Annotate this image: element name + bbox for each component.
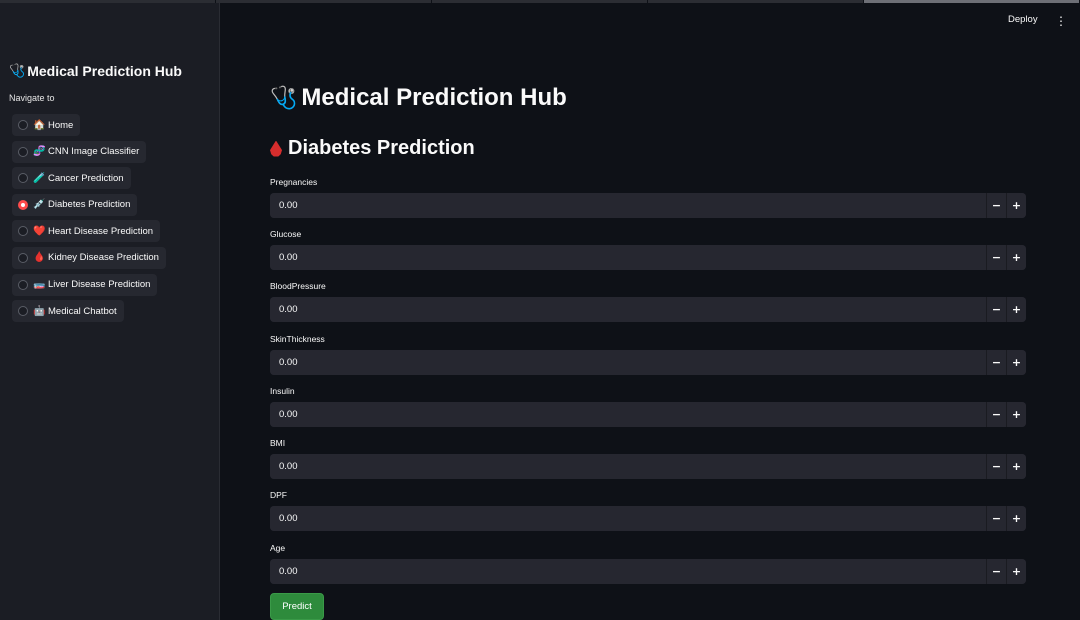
stethoscope-icon: 🩺 [9,63,26,78]
decrement-button[interactable]: − [986,559,1006,584]
skinthickness-input[interactable] [270,350,986,375]
radio-button[interactable] [18,226,28,237]
field-label: Age [270,543,286,553]
stethoscope-icon: 🩺 [270,85,298,110]
tab-strip-segment [648,0,864,3]
bloodpressure-input[interactable] [270,297,986,322]
decrement-button[interactable]: − [986,454,1006,479]
nav-option-label: Cancer Prediction [48,172,124,184]
radio-button[interactable] [18,146,28,157]
heart-icon: ❤️ [33,225,46,237]
increment-button[interactable]: + [1006,559,1026,584]
section-title: Diabetes Prediction [270,137,475,160]
dpf-input[interactable] [270,506,986,531]
nav-option-cnn-image-classifier[interactable]: 🧬 CNN Image Classifier [12,140,147,163]
field-label: Pregnancies [270,177,318,187]
number-input-row: − + [270,193,1026,218]
sidebar-title: 🩺 Medical Prediction Hub [9,63,182,79]
nav-option-label: Diabetes Prediction [48,199,131,211]
number-field-bloodpressure: BloodPressure − + [270,280,1026,322]
tab-strip-segment [216,0,432,3]
section-title-text: Diabetes Prediction [288,137,475,159]
number-field-glucose: Glucose − + [270,228,1026,270]
field-label: Insulin [270,386,295,396]
blood-drop-icon: 🩸 [33,252,46,264]
nav-option-label: Home [48,119,74,131]
syringe-icon: 💉 [33,199,46,211]
nav-option-label: Liver Disease Prediction [48,279,151,291]
number-input-row: − + [270,245,1026,270]
field-label: SkinThickness [270,334,325,344]
nav-option-label: Kidney Disease Prediction [48,252,159,264]
predict-button[interactable]: Predict [270,593,324,620]
number-field-age: Age − + [270,542,1026,584]
glucose-input[interactable] [270,245,986,270]
increment-button[interactable]: + [1006,350,1026,375]
radio-button[interactable] [18,252,28,263]
age-input[interactable] [270,559,986,584]
nav-option-label: CNN Image Classifier [48,146,140,158]
navigation-radio-group: 🏠 Home 🧬 CNN Image Classifier 🧪 Cancer P… [12,114,166,327]
increment-button[interactable]: + [1006,297,1026,322]
decrement-button[interactable]: − [986,193,1006,218]
nav-option-label: Heart Disease Prediction [48,225,154,237]
number-input-row: − + [270,559,1026,584]
radio-button[interactable] [18,306,28,317]
increment-button[interactable]: + [1006,245,1026,270]
tab-strip-segment [432,0,648,3]
number-field-insulin: Insulin − + [270,385,1026,427]
nav-option-home[interactable]: 🏠 Home [12,114,81,136]
navigate-label: Navigate to [9,93,55,103]
increment-button[interactable]: + [1006,402,1026,427]
deploy-button[interactable]: Deploy [1008,14,1038,25]
field-label: DPF [270,490,287,500]
number-field-skinthickness: SkinThickness − + [270,333,1026,375]
insulin-input[interactable] [270,402,986,427]
radio-button-selected[interactable] [18,199,28,210]
page-title: 🩺 Medical Prediction Hub [270,84,567,112]
decrement-button[interactable]: − [986,402,1006,427]
number-input-row: − + [270,402,1026,427]
test-tube-icon: 🧪 [33,172,46,184]
increment-button[interactable]: + [1006,506,1026,531]
pregnancies-input[interactable] [270,193,986,218]
decrement-button[interactable]: − [986,297,1006,322]
number-field-pregnancies: Pregnancies − + [270,176,1026,218]
field-label: BMI [270,438,286,448]
number-input-row: − + [270,506,1026,531]
decrement-button[interactable]: − [986,245,1006,270]
number-input-row: − + [270,297,1026,322]
decrement-button[interactable]: − [986,350,1006,375]
radio-button[interactable] [18,120,28,130]
main-menu-icon[interactable]: ⋮ [1055,13,1067,29]
nav-option-label: Medical Chatbot [48,305,117,317]
nav-option-diabetes-prediction[interactable]: 💉 Diabetes Prediction [12,193,138,216]
radio-button[interactable] [18,279,28,290]
increment-button[interactable]: + [1006,454,1026,479]
nav-option-medical-chatbot[interactable]: 🤖 Medical Chatbot [12,300,124,323]
nav-option-cancer-prediction[interactable]: 🧪 Cancer Prediction [12,167,131,190]
home-icon: 🏠 [33,119,46,131]
number-field-dpf: DPF − + [270,489,1026,531]
petri-dish-icon: 🧫 [33,279,46,291]
nav-option-kidney-disease-prediction[interactable]: 🩸 Kidney Disease Prediction [12,246,166,269]
sidebar-title-text: Medical Prediction Hub [27,63,182,79]
dna-icon: 🧬 [33,146,46,158]
sidebar: 🩺 Medical Prediction Hub Navigate to 🏠 H… [0,3,220,620]
page-title-text: Medical Prediction Hub [301,84,567,111]
bmi-input[interactable] [270,454,986,479]
field-label: Glucose [270,229,302,239]
robot-icon: 🤖 [33,305,46,317]
number-field-bmi: BMI − + [270,437,1026,479]
blood-drop-icon [270,140,282,157]
nav-option-heart-disease-prediction[interactable]: ❤️ Heart Disease Prediction [12,220,161,243]
tab-strip-segment-active [864,0,1080,3]
number-input-row: − + [270,454,1026,479]
nav-option-liver-disease-prediction[interactable]: 🧫 Liver Disease Prediction [12,273,158,296]
increment-button[interactable]: + [1006,193,1026,218]
field-label: BloodPressure [270,281,326,291]
decrement-button[interactable]: − [986,506,1006,531]
radio-button[interactable] [18,173,28,184]
number-input-row: − + [270,350,1026,375]
